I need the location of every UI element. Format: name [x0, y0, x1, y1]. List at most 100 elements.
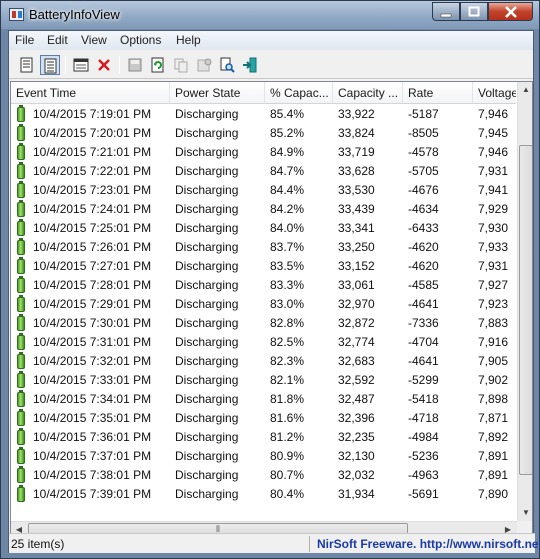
cell-rate: -4963 — [408, 468, 439, 482]
cell-capacity-percent: 84.7% — [270, 164, 305, 178]
cell-event-time: 10/4/2015 7:20:01 PM — [33, 126, 152, 140]
title-bar[interactable]: BatteryInfoView — [1, 1, 539, 29]
vertical-scrollbar[interactable]: ▲ ▼ — [517, 82, 532, 521]
battery-icon — [17, 276, 25, 293]
cell-capacity: 32,032 — [338, 468, 375, 482]
exit-button[interactable] — [240, 55, 260, 75]
column-header-capacity[interactable]: Capacity ... — [333, 82, 403, 103]
table-row[interactable]: 10/4/2015 7:24:01 PM Discharging 84.2% 33,4… — [11, 200, 516, 219]
cell-voltage: 7,902 — [478, 373, 509, 387]
cell-rate: -5691 — [408, 487, 439, 501]
scroll-down-arrow-icon[interactable]: ▼ — [518, 505, 532, 521]
cell-voltage: 7,946 — [478, 107, 509, 121]
cell-power-state: Discharging — [175, 107, 239, 121]
save-button[interactable] — [125, 55, 145, 75]
battery-icon — [17, 371, 25, 388]
battery-icon — [17, 181, 25, 198]
column-header-power-state[interactable]: Power State — [170, 82, 265, 103]
table-row[interactable]: 10/4/2015 7:38:01 PM Discharging 80.7% 32,0… — [11, 466, 516, 485]
battery-icon — [17, 200, 25, 217]
battery-icon — [17, 238, 25, 255]
table-row[interactable]: 10/4/2015 7:19:01 PM Discharging 85.4% 33,9… — [11, 105, 516, 124]
cell-rate: -4620 — [408, 259, 439, 273]
battery-log-button[interactable] — [71, 55, 91, 75]
cell-capacity-percent: 84.2% — [270, 202, 305, 216]
cell-rate: -5418 — [408, 392, 439, 406]
menu-help[interactable]: Help — [176, 33, 201, 47]
vertical-scroll-thumb[interactable] — [519, 145, 532, 475]
report-icon — [197, 58, 212, 72]
menu-edit[interactable]: Edit — [47, 33, 68, 47]
table-row[interactable]: 10/4/2015 7:34:01 PM Discharging 81.8% 32,4… — [11, 390, 516, 409]
table-row[interactable]: 10/4/2015 7:31:01 PM Discharging 82.5% 32,7… — [11, 333, 516, 352]
table-row[interactable]: 10/4/2015 7:35:01 PM Discharging 81.6% 32,3… — [11, 409, 516, 428]
cell-event-time: 10/4/2015 7:33:01 PM — [33, 373, 152, 387]
table-row[interactable]: 10/4/2015 7:30:01 PM Discharging 82.8% 32,8… — [11, 314, 516, 333]
cell-capacity: 33,824 — [338, 126, 375, 140]
cell-rate: -5236 — [408, 449, 439, 463]
table-row[interactable]: 10/4/2015 7:33:01 PM Discharging 82.1% 32,5… — [11, 371, 516, 390]
table-row[interactable]: 10/4/2015 7:22:01 PM Discharging 84.7% 33,6… — [11, 162, 516, 181]
cell-capacity: 32,970 — [338, 297, 375, 311]
cell-event-time: 10/4/2015 7:24:01 PM — [33, 202, 152, 216]
table-row[interactable]: 10/4/2015 7:32:01 PM Discharging 82.3% 32,6… — [11, 352, 516, 371]
find-icon — [220, 57, 235, 73]
battery-icon — [17, 333, 25, 350]
item-count: 25 item(s) — [11, 537, 65, 551]
maximize-button[interactable] — [460, 2, 488, 21]
table-row[interactable]: 10/4/2015 7:39:01 PM Discharging 80.4% 31,9… — [11, 485, 516, 504]
find-button[interactable] — [217, 55, 237, 75]
cell-event-time: 10/4/2015 7:22:01 PM — [33, 164, 152, 178]
cell-voltage: 7,930 — [478, 221, 509, 235]
cell-power-state: Discharging — [175, 145, 239, 159]
table-row[interactable]: 10/4/2015 7:25:01 PM Discharging 84.0% 33,3… — [11, 219, 516, 238]
minimize-button[interactable] — [432, 2, 460, 21]
delete-button[interactable] — [94, 55, 114, 75]
cell-event-time: 10/4/2015 7:19:01 PM — [33, 107, 152, 121]
table-row[interactable]: 10/4/2015 7:29:01 PM Discharging 83.0% 32,9… — [11, 295, 516, 314]
html-report-button[interactable] — [194, 55, 214, 75]
column-header-rate[interactable]: Rate — [403, 82, 473, 103]
toolbar-separator — [119, 56, 120, 74]
table-row[interactable]: 10/4/2015 7:20:01 PM Discharging 85.2% 33,8… — [11, 124, 516, 143]
scroll-up-arrow-icon[interactable]: ▲ — [518, 82, 532, 98]
status-bar: 25 item(s) NirSoft Freeware. http://www.… — [9, 533, 540, 553]
table-row[interactable]: 10/4/2015 7:37:01 PM Discharging 80.9% 32,1… — [11, 447, 516, 466]
delete-icon — [98, 59, 110, 71]
battery-info-button[interactable] — [40, 55, 60, 75]
table-row[interactable]: 10/4/2015 7:27:01 PM Discharging 83.5% 33,1… — [11, 257, 516, 276]
properties-button[interactable] — [17, 55, 37, 75]
table-row[interactable]: 10/4/2015 7:28:01 PM Discharging 83.3% 33,0… — [11, 276, 516, 295]
table-row[interactable]: 10/4/2015 7:36:01 PM Discharging 81.2% 32,2… — [11, 428, 516, 447]
cell-voltage: 7,892 — [478, 430, 509, 444]
cell-power-state: Discharging — [175, 240, 239, 254]
cell-rate: -5187 — [408, 107, 439, 121]
nirsoft-link[interactable]: NirSoft Freeware. http://www.nirsoft.net — [317, 537, 540, 551]
column-header-voltage[interactable]: Voltage — [473, 82, 516, 103]
refresh-button[interactable] — [148, 55, 168, 75]
table-row[interactable]: 10/4/2015 7:26:01 PM Discharging 83.7% 33,2… — [11, 238, 516, 257]
close-button[interactable] — [488, 2, 533, 21]
cell-rate: -4641 — [408, 354, 439, 368]
cell-capacity: 32,396 — [338, 411, 375, 425]
cell-capacity-percent: 84.0% — [270, 221, 305, 235]
battery-info-icon — [44, 58, 57, 74]
properties-icon — [20, 57, 33, 73]
menu-view[interactable]: View — [81, 33, 107, 47]
column-header-capacity-percent[interactable]: % Capac... — [265, 82, 333, 103]
cell-power-state: Discharging — [175, 487, 239, 501]
menu-options[interactable]: Options — [120, 33, 161, 47]
cell-event-time: 10/4/2015 7:25:01 PM — [33, 221, 152, 235]
table-row[interactable]: 10/4/2015 7:23:01 PM Discharging 84.4% 33,5… — [11, 181, 516, 200]
toolbar — [9, 51, 533, 79]
menu-file[interactable]: File — [15, 33, 34, 47]
battery-log-list[interactable]: Event Time Power State % Capac... Capaci… — [10, 81, 533, 539]
cell-rate: -4641 — [408, 297, 439, 311]
cell-voltage: 7,905 — [478, 354, 509, 368]
cell-event-time: 10/4/2015 7:23:01 PM — [33, 183, 152, 197]
cell-event-time: 10/4/2015 7:35:01 PM — [33, 411, 152, 425]
column-header-event-time[interactable]: Event Time — [11, 82, 170, 103]
copy-button[interactable] — [171, 55, 191, 75]
cell-power-state: Discharging — [175, 449, 239, 463]
table-row[interactable]: 10/4/2015 7:21:01 PM Discharging 84.9% 33,7… — [11, 143, 516, 162]
